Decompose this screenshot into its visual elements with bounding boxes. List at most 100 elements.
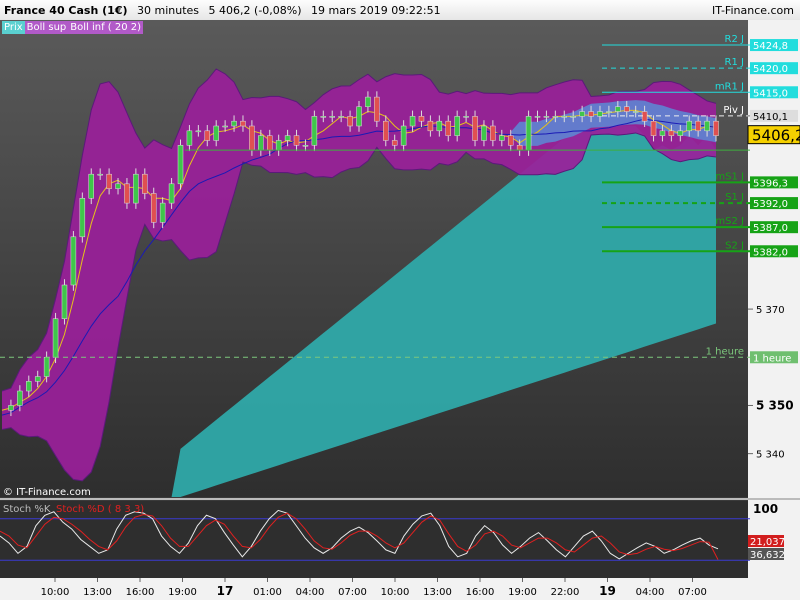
chart-canvas: R2 J R1 J mR1 J Piv J mS1 J S1 J mS2 J S2 J 1 he… — [0, 20, 800, 600]
candle-body — [624, 106, 630, 112]
candle-body — [409, 116, 416, 127]
level-label: R2 J — [725, 34, 744, 45]
x-tick-label: 01:00 — [253, 587, 282, 598]
x-tick-label: 07:00 — [678, 587, 707, 598]
candle-body — [686, 120, 692, 132]
quote-label: 5 406,2 (-0,08%) — [208, 4, 302, 17]
x-tick-label: 10:00 — [381, 587, 410, 598]
candle-body — [400, 125, 407, 146]
level-label: R1 J — [725, 57, 744, 68]
candle-body — [240, 120, 246, 127]
candle-body — [490, 125, 496, 141]
instrument-name: France 40 Cash (1€) — [4, 4, 128, 17]
candle-body — [61, 284, 68, 319]
x-tick-label: 17 — [217, 584, 234, 598]
x-tick-label: 19 — [599, 584, 616, 598]
candle-body — [34, 376, 41, 382]
stoch-k-value: 36,632 — [750, 550, 785, 561]
candle-body — [472, 116, 478, 141]
x-tick-label: 22:00 — [551, 587, 580, 598]
last-price-label: 5406,2 — [752, 127, 800, 145]
candle-body — [168, 183, 175, 204]
candle-body — [124, 183, 130, 204]
stoch-legend-k: Stoch %K — [3, 504, 51, 515]
candle-body — [177, 145, 184, 185]
candle-body — [588, 111, 594, 117]
candle-body — [43, 357, 50, 377]
level-value-label: 5415,0 — [753, 88, 788, 99]
candle-body — [632, 111, 639, 113]
candle-body — [695, 120, 701, 132]
candle-body — [204, 130, 211, 141]
candle-body — [365, 96, 371, 107]
candle-body — [8, 405, 14, 411]
candle-body — [668, 130, 675, 136]
candle-body — [213, 125, 219, 141]
level-label: mS2 J — [715, 216, 744, 227]
candle-body — [615, 106, 621, 112]
datetime-label: 19 mars 2019 09:22:51 — [311, 4, 441, 17]
candle-body — [70, 236, 77, 286]
legend: Prix Boll sup Boll inf ( 20 2) — [2, 21, 144, 34]
candle-body — [507, 135, 514, 146]
candle-body — [195, 130, 202, 133]
x-tick-label: 16:00 — [466, 587, 495, 598]
y-tick-label: 5 370 — [756, 305, 785, 316]
x-tick-label: 07:00 — [338, 587, 367, 598]
candle-body — [159, 202, 166, 223]
chart-title: France 40 Cash (1€) 30 minutes 5 406,2 (… — [4, 4, 447, 17]
candle-body — [115, 183, 121, 189]
candle-body — [481, 125, 487, 141]
candle-body — [516, 145, 523, 151]
candle-body — [525, 116, 532, 151]
candle-body — [347, 116, 353, 127]
candle-body — [356, 106, 362, 127]
level-label: 1 heure — [706, 346, 744, 357]
candle-body — [133, 173, 139, 204]
candle-body — [499, 135, 505, 141]
timeframe-label: 30 minutes — [137, 4, 200, 17]
candle-body — [222, 125, 228, 128]
candle-body — [26, 381, 32, 392]
x-tick-label: 13:00 — [423, 587, 452, 598]
candle-body — [142, 173, 148, 194]
candle-body — [659, 130, 666, 136]
legend-price[interactable]: Prix — [2, 21, 25, 34]
candle-body — [258, 135, 264, 151]
candle-body — [267, 135, 273, 151]
level-value-label: 5387,0 — [753, 223, 788, 234]
x-tick-label: 04:00 — [296, 587, 325, 598]
level-value-label: 5424,8 — [753, 41, 788, 52]
level-label: mR1 J — [715, 81, 744, 92]
level-value-label: 5382,0 — [753, 247, 788, 258]
legend-boll-sup[interactable]: Boll sup — [24, 21, 69, 34]
level-value-label: 5410,1 — [753, 112, 788, 123]
candle-body — [704, 120, 710, 132]
candle-body — [88, 173, 94, 199]
candle-body — [552, 116, 559, 118]
level-label: S1 J — [725, 192, 744, 203]
candle-body — [677, 130, 684, 136]
stoch-d-value: 21,037 — [750, 537, 785, 548]
candle-body — [391, 140, 398, 146]
candle-body — [231, 120, 237, 127]
candle-body — [543, 116, 550, 118]
candle-body — [284, 135, 291, 141]
y-tick-label: 5 340 — [756, 450, 785, 461]
candle-body — [293, 135, 300, 146]
x-tick-label: 10:00 — [41, 587, 70, 598]
level-value-label: 5392,0 — [753, 199, 788, 210]
candle-body — [418, 116, 425, 122]
candle-body — [534, 116, 541, 118]
title-bar: France 40 Cash (1€) 30 minutes 5 406,2 (… — [0, 0, 800, 21]
level-value-label: 5396,3 — [753, 178, 788, 189]
x-tick-label: 16:00 — [126, 587, 155, 598]
legend-boll-inf[interactable]: Boll inf ( 20 2) — [68, 21, 144, 34]
watermark: © IT-Finance.com — [3, 487, 91, 498]
candle-body — [606, 111, 612, 113]
candle-body — [427, 120, 434, 132]
x-tick-label: 19:00 — [508, 587, 537, 598]
candle-body — [52, 318, 59, 358]
candle-body — [17, 390, 23, 406]
brand-label: IT-Finance.com — [712, 4, 794, 17]
